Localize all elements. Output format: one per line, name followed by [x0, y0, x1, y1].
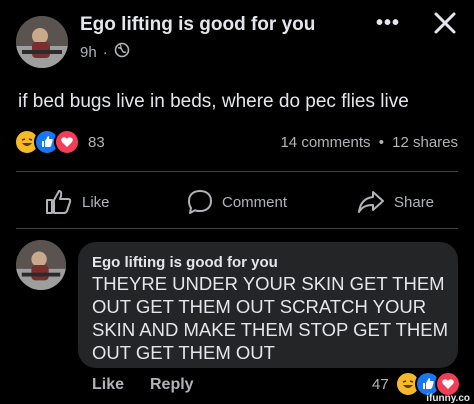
post-meta: 9h · — [80, 42, 130, 62]
post-author-avatar[interactable] — [16, 16, 68, 68]
post-reactions-summary[interactable]: 83 — [14, 129, 105, 155]
comment-like-button[interactable]: Like — [92, 376, 124, 394]
share-button[interactable]: Share — [356, 188, 434, 216]
globe-icon — [114, 42, 130, 62]
stats-separator: • — [378, 134, 384, 151]
watermark: ifunny.co — [426, 393, 470, 404]
like-button[interactable]: Like — [44, 188, 110, 216]
comment-label: Comment — [222, 193, 288, 211]
comment-button[interactable]: Comment — [186, 188, 287, 216]
share-label: Share — [394, 193, 435, 211]
comment-reply-button[interactable]: Reply — [150, 376, 194, 394]
meta-separator: · — [102, 43, 108, 61]
share-icon — [358, 191, 384, 213]
comments-count[interactable]: 14 comments — [280, 134, 370, 151]
comment-reaction-count: 47 — [372, 376, 389, 393]
post-author-name[interactable]: Ego lifting is good for you — [80, 14, 315, 36]
post-stats: 14 comments • 12 shares — [280, 134, 458, 151]
post-time[interactable]: 9h — [80, 44, 97, 61]
reaction-count: 83 — [88, 133, 105, 151]
shares-count[interactable]: 12 shares — [392, 134, 458, 151]
like-label: Like — [82, 193, 110, 211]
comment-author-name[interactable]: Ego lifting is good for you — [92, 254, 278, 271]
close-icon — [434, 12, 456, 34]
divider-top — [16, 171, 458, 172]
love-reaction-icon — [54, 129, 80, 155]
more-options-button[interactable]: ••• — [376, 12, 400, 35]
close-button[interactable] — [432, 10, 458, 41]
comment-author-avatar[interactable] — [16, 240, 66, 290]
comment-text: THEYRE UNDER YOUR SKIN GET THEM OUT GET … — [92, 273, 449, 363]
divider-bottom — [16, 228, 458, 229]
like-icon — [46, 190, 72, 214]
post-text: if bed bugs live in beds, where do pec f… — [18, 91, 409, 112]
comment-icon — [188, 190, 212, 214]
